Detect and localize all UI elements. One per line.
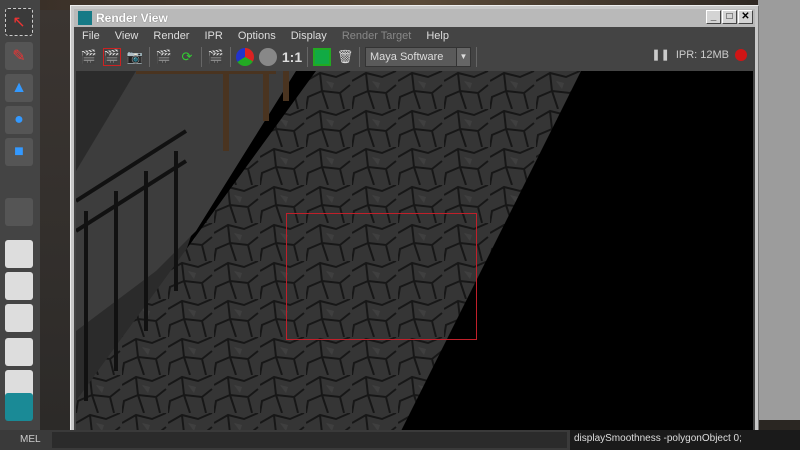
toolbar: 🎬 🎬 📷 🎬 ⟳ 🎬 1:1 🗑 Maya Software ▼ ❚❚ IPR:… xyxy=(74,45,755,69)
maya-logo-icon xyxy=(5,393,33,421)
maya-icon xyxy=(78,11,92,25)
scale-tool-icon[interactable]: ■ xyxy=(5,138,33,166)
select-tool-icon[interactable]: ↖ xyxy=(5,8,33,36)
menu-ipr[interactable]: IPR xyxy=(204,30,222,42)
command-input[interactable] xyxy=(52,432,567,448)
title-bar[interactable]: Render View _ □ ✕ xyxy=(74,9,755,27)
menu-file[interactable]: File xyxy=(82,30,100,42)
render-region-marquee[interactable] xyxy=(286,213,477,340)
snapshot-icon[interactable]: 📷 xyxy=(126,48,144,66)
last-tool-icon[interactable] xyxy=(5,198,33,226)
layout-single-icon[interactable] xyxy=(5,240,33,268)
tool-box: ↖ ✎ ▲ ● ■ xyxy=(0,0,40,430)
rotate-tool-icon[interactable]: ● xyxy=(5,106,33,134)
render-image[interactable] xyxy=(76,71,753,435)
render-region-icon[interactable]: 🎬 xyxy=(103,48,121,66)
mel-label[interactable]: MEL xyxy=(20,434,41,445)
move-tool-icon[interactable]: ▲ xyxy=(5,74,33,102)
menu-render[interactable]: Render xyxy=(153,30,189,42)
layout-outliner-icon[interactable] xyxy=(5,304,33,332)
command-line: MEL displaySmoothness -polygonObject 0; xyxy=(0,430,800,450)
menu-bar: File View Render IPR Options Display Ren… xyxy=(74,27,755,45)
alpha-channel-icon[interactable] xyxy=(259,48,277,66)
maximize-button[interactable]: □ xyxy=(722,10,737,24)
rgb-channels-icon[interactable] xyxy=(236,48,254,66)
layout-four-icon[interactable] xyxy=(5,272,33,300)
renderer-value: Maya Software xyxy=(370,51,444,63)
chevron-down-icon: ▼ xyxy=(456,48,470,66)
menu-render-target[interactable]: Render Target xyxy=(342,30,412,42)
minimize-button[interactable]: _ xyxy=(706,10,721,24)
layout-graph-icon[interactable] xyxy=(5,338,33,366)
ipr-render-icon[interactable]: 🎬 xyxy=(155,48,173,66)
renderer-select[interactable]: Maya Software ▼ xyxy=(365,47,471,67)
render-view-window: Render View _ □ ✕ File View Render IPR O… xyxy=(70,5,759,441)
refresh-ipr-icon[interactable]: ⟳ xyxy=(178,48,196,66)
keep-image-icon[interactable] xyxy=(313,48,331,66)
window-title: Render View xyxy=(96,11,168,25)
menu-view[interactable]: View xyxy=(115,30,139,42)
render-settings-icon[interactable]: 🎬 xyxy=(207,48,225,66)
real-size-button[interactable]: 1:1 xyxy=(282,48,302,66)
record-icon[interactable] xyxy=(735,48,747,61)
menu-help[interactable]: Help xyxy=(426,30,449,42)
menu-options[interactable]: Options xyxy=(238,30,276,42)
desktop-background xyxy=(758,0,800,420)
pause-ipr-button[interactable]: ❚❚ xyxy=(651,48,669,61)
remove-image-icon[interactable]: 🗑 xyxy=(336,48,354,66)
menu-display[interactable]: Display xyxy=(291,30,327,42)
command-output: displaySmoothness -polygonObject 0; xyxy=(570,430,800,450)
ipr-memory: IPR: 12MB xyxy=(675,48,729,61)
paint-tool-icon[interactable]: ✎ xyxy=(5,42,33,70)
close-button[interactable]: ✕ xyxy=(738,10,753,24)
redo-render-icon[interactable]: 🎬 xyxy=(80,48,98,66)
